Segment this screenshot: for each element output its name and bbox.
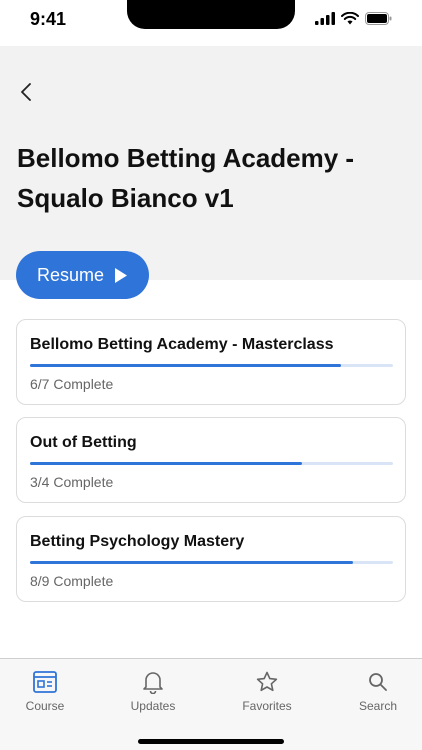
course-card-title: Betting Psychology Mastery (30, 533, 245, 550)
course-icon (33, 671, 57, 693)
tab-bar: Course Updates Favorites Search (0, 658, 422, 750)
course-card[interactable]: Betting Psychology Mastery 8/9 Complete (16, 516, 406, 602)
course-progress-fill (30, 364, 342, 367)
status-icons (315, 12, 392, 25)
course-card-status: 3/4 Complete (30, 474, 114, 490)
course-progress-fill (30, 561, 353, 564)
course-progress-fill (30, 462, 303, 465)
chevron-left-icon (21, 83, 31, 101)
course-progress-bar (30, 364, 393, 367)
back-button[interactable] (14, 80, 38, 104)
tab-course[interactable]: Course (0, 669, 90, 719)
tab-label: Updates (130, 699, 176, 713)
home-indicator (138, 739, 284, 744)
course-card-title: Out of Betting (30, 434, 137, 451)
wifi-icon (341, 12, 359, 25)
course-card-title: Bellomo Betting Academy - Masterclass (30, 336, 334, 353)
course-card-status: 6/7 Complete (30, 376, 114, 392)
page-title: Bellomo Betting Academy - Squalo Bianco … (17, 143, 355, 213)
tab-label: Course (25, 699, 65, 713)
tab-search[interactable]: Search (333, 669, 422, 719)
tab-favorites[interactable]: Favorites (222, 669, 312, 719)
course-card[interactable]: Bellomo Betting Academy - Masterclass 6/… (16, 319, 406, 405)
course-progress-bar (30, 462, 393, 465)
resume-button[interactable]: Resume (16, 251, 149, 299)
course-card[interactable]: Out of Betting 3/4 Complete (16, 417, 406, 503)
device-notch (127, 0, 295, 29)
bell-icon (143, 672, 163, 694)
play-icon (115, 267, 128, 283)
tab-label: Favorites (242, 699, 292, 713)
cellular-signal-icon (315, 12, 335, 25)
tab-updates[interactable]: Updates (108, 669, 198, 719)
course-card-status: 8/9 Complete (30, 573, 114, 589)
status-bar: 9:41 (0, 0, 422, 46)
star-icon (256, 671, 278, 692)
search-icon (369, 673, 387, 691)
status-time: 9:41 (30, 9, 67, 29)
course-progress-bar (30, 561, 393, 564)
battery-icon (365, 12, 392, 25)
tab-label: Search (358, 699, 398, 713)
resume-button-label: Resume (36, 264, 105, 285)
